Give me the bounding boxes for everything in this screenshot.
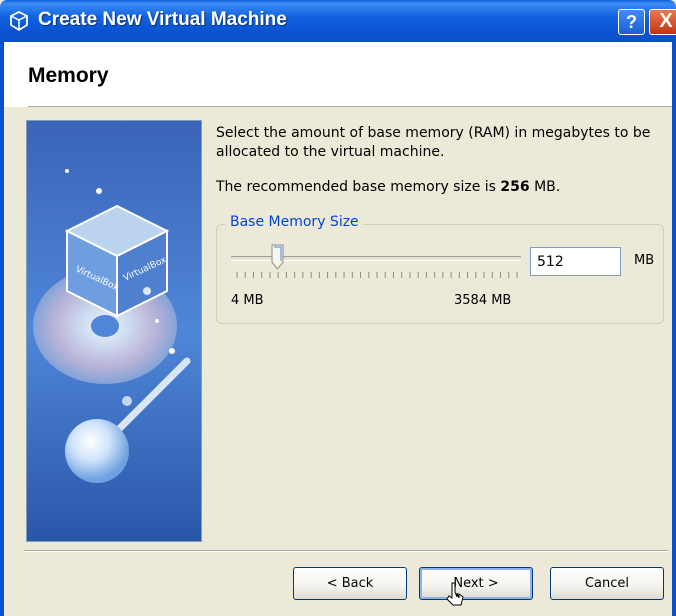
- window-frame-right: [672, 42, 676, 616]
- mouse-pointer-icon: [446, 582, 464, 606]
- header-divider: [28, 106, 672, 107]
- memory-unit-label: MB: [634, 253, 655, 268]
- slider-max-label: 3584 MB: [454, 293, 512, 308]
- recommendation-suffix: MB.: [529, 179, 561, 195]
- back-button[interactable]: < Back: [293, 567, 407, 600]
- memory-size-input[interactable]: [530, 247, 621, 276]
- cancel-button[interactable]: Cancel: [550, 567, 664, 600]
- memory-description: Select the amount of base memory (RAM) i…: [216, 125, 651, 160]
- footer-divider: [24, 550, 668, 552]
- slider-min-label: 4 MB: [231, 293, 264, 308]
- recommendation-text: The recommended base memory size is 256 …: [216, 179, 560, 195]
- help-button[interactable]: ?: [618, 9, 645, 35]
- wizard-illustration: VirtualBox VirtualBox: [26, 120, 202, 542]
- groupbox-title: Base Memory Size: [226, 214, 363, 230]
- recommendation-prefix: The recommended base memory size is: [216, 179, 501, 195]
- next-button[interactable]: Next >: [419, 567, 533, 600]
- page-title: Memory: [28, 64, 109, 87]
- memory-slider[interactable]: [231, 244, 523, 288]
- slider-thumb[interactable]: [271, 244, 284, 270]
- virtualbox-icon: [10, 10, 28, 32]
- wizard-window: Create New Virtual Machine ? X Memory Vi…: [0, 0, 676, 616]
- close-button[interactable]: X: [649, 9, 676, 35]
- title-bar[interactable]: Create New Virtual Machine ? X: [0, 0, 676, 42]
- window-title: Create New Virtual Machine: [38, 9, 287, 30]
- page-header: Memory: [4, 42, 672, 107]
- recommended-value: 256: [500, 179, 530, 195]
- slider-ticks: [236, 272, 518, 278]
